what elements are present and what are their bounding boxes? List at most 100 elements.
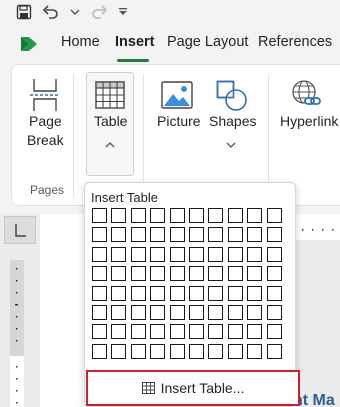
table-grid-cell[interactable] <box>111 324 127 340</box>
table-grid-cell[interactable] <box>169 208 185 223</box>
table-grid-cell[interactable] <box>130 227 146 243</box>
table-grid-cell[interactable] <box>189 208 204 223</box>
table-grid-cell[interactable] <box>150 324 166 340</box>
undo-dropdown-chevron-down-icon[interactable] <box>68 2 82 22</box>
table-grid-cell[interactable] <box>208 227 224 243</box>
table-grid-cell[interactable] <box>92 266 107 282</box>
table-grid-cell[interactable] <box>189 285 204 301</box>
table-grid-cell[interactable] <box>208 266 224 282</box>
group-separator <box>143 74 144 198</box>
table-grid-cell[interactable] <box>150 305 166 320</box>
tab-insert[interactable]: Insert <box>115 34 155 50</box>
table-grid-cell[interactable] <box>247 305 263 320</box>
table-grid-cell[interactable] <box>130 343 146 359</box>
table-grid-cell[interactable] <box>92 324 107 340</box>
table-grid-cell[interactable] <box>189 343 204 359</box>
table-grid-cell[interactable] <box>208 285 224 301</box>
table-grid-cell[interactable] <box>92 285 107 301</box>
table-grid-cell[interactable] <box>92 208 107 223</box>
app-logo-icon <box>18 33 40 60</box>
vertical-ruler <box>10 260 24 356</box>
table-grid-cell[interactable] <box>150 246 166 262</box>
table-grid-cell[interactable] <box>189 246 204 262</box>
table-grid-cell[interactable] <box>92 246 107 262</box>
table-grid-cell[interactable] <box>208 208 224 223</box>
table-grid-cell[interactable] <box>227 285 243 301</box>
table-grid-cell[interactable] <box>227 266 243 282</box>
undo-icon[interactable] <box>40 2 62 22</box>
table-grid-cell[interactable] <box>169 246 185 262</box>
table-grid-cell[interactable] <box>92 343 107 359</box>
table-grid-cell[interactable] <box>111 246 127 262</box>
table-grid-cell[interactable] <box>227 343 243 359</box>
table-grid-cell[interactable] <box>227 246 243 262</box>
table-grid-cell[interactable] <box>169 285 185 301</box>
table-grid-cell[interactable] <box>208 343 224 359</box>
tab-home[interactable]: Home <box>61 34 100 50</box>
active-tab-indicator <box>117 59 149 62</box>
table-grid-cell[interactable] <box>150 285 166 301</box>
table-grid-cell[interactable] <box>266 324 282 340</box>
table-grid-cell[interactable] <box>130 266 146 282</box>
table-grid-cell[interactable] <box>266 246 282 262</box>
tab-page-layout[interactable]: Page Layout <box>167 34 248 50</box>
customize-icon[interactable] <box>116 2 130 22</box>
table-grid-cell[interactable] <box>169 266 185 282</box>
table-grid-cell[interactable] <box>247 266 263 282</box>
table-grid-cell[interactable] <box>111 285 127 301</box>
table-grid-cell[interactable] <box>111 266 127 282</box>
table-grid-cell[interactable] <box>189 324 204 340</box>
table-grid-cell[interactable] <box>266 343 282 359</box>
table-grid-cell[interactable] <box>266 227 282 243</box>
table-grid-cell[interactable] <box>227 227 243 243</box>
table-grid-cell[interactable] <box>150 266 166 282</box>
table-grid-cell[interactable] <box>150 208 166 223</box>
group-separator <box>73 74 74 198</box>
table-grid-cell[interactable] <box>169 227 185 243</box>
table-grid-cell[interactable] <box>130 246 146 262</box>
table-grid-cell[interactable] <box>208 305 224 320</box>
table-grid-cell[interactable] <box>266 285 282 301</box>
table-grid-cell[interactable] <box>266 266 282 282</box>
table-grid-cell[interactable] <box>208 246 224 262</box>
table-grid-cell[interactable] <box>247 246 263 262</box>
table-grid-cell[interactable] <box>247 324 263 340</box>
table-grid-cell[interactable] <box>169 324 185 340</box>
table-grid-cell[interactable] <box>111 343 127 359</box>
table-grid-cell[interactable] <box>150 343 166 359</box>
redo-icon[interactable] <box>88 2 110 22</box>
table-grid-cell[interactable] <box>130 305 146 320</box>
tab-references[interactable]: References <box>258 34 332 50</box>
table-grid-cell[interactable] <box>189 227 204 243</box>
table-grid-cell[interactable] <box>92 305 107 320</box>
table-grid-cell[interactable] <box>92 227 107 243</box>
table-grid-cell[interactable] <box>150 227 166 243</box>
table-grid-cell[interactable] <box>227 324 243 340</box>
table-grid-cell[interactable] <box>189 305 204 320</box>
table-grid-cell[interactable] <box>169 343 185 359</box>
save-icon[interactable] <box>14 2 34 22</box>
table-grid-cell[interactable] <box>247 285 263 301</box>
table-grid-cell[interactable] <box>247 208 263 223</box>
table-grid-cell[interactable] <box>130 208 146 223</box>
table-grid-cell[interactable] <box>227 208 243 223</box>
table-grid-cell[interactable] <box>169 305 185 320</box>
document-background <box>296 240 340 407</box>
table-grid-cell[interactable] <box>266 208 282 223</box>
table-grid-cell[interactable] <box>130 285 146 301</box>
table-grid-cell[interactable] <box>227 305 243 320</box>
table-grid-cell[interactable] <box>247 227 263 243</box>
table-grid-cell[interactable] <box>189 266 204 282</box>
table-grid-cell[interactable] <box>247 343 263 359</box>
tab-stop-selector[interactable] <box>4 216 36 244</box>
insert-table-dialog-button[interactable]: Insert Table... <box>86 370 300 406</box>
table-grid-cell[interactable] <box>111 227 127 243</box>
table-grid-cell[interactable] <box>266 305 282 320</box>
table-grid-icon <box>141 382 155 394</box>
table-grid-cell[interactable] <box>111 208 127 223</box>
table-grid-cell[interactable] <box>208 324 224 340</box>
insert-table-dialog-label: Insert Table... <box>160 380 245 396</box>
table-grid-cell[interactable] <box>111 305 127 320</box>
table-grid-cell[interactable] <box>130 324 146 340</box>
vertical-ruler-lower <box>10 356 24 407</box>
